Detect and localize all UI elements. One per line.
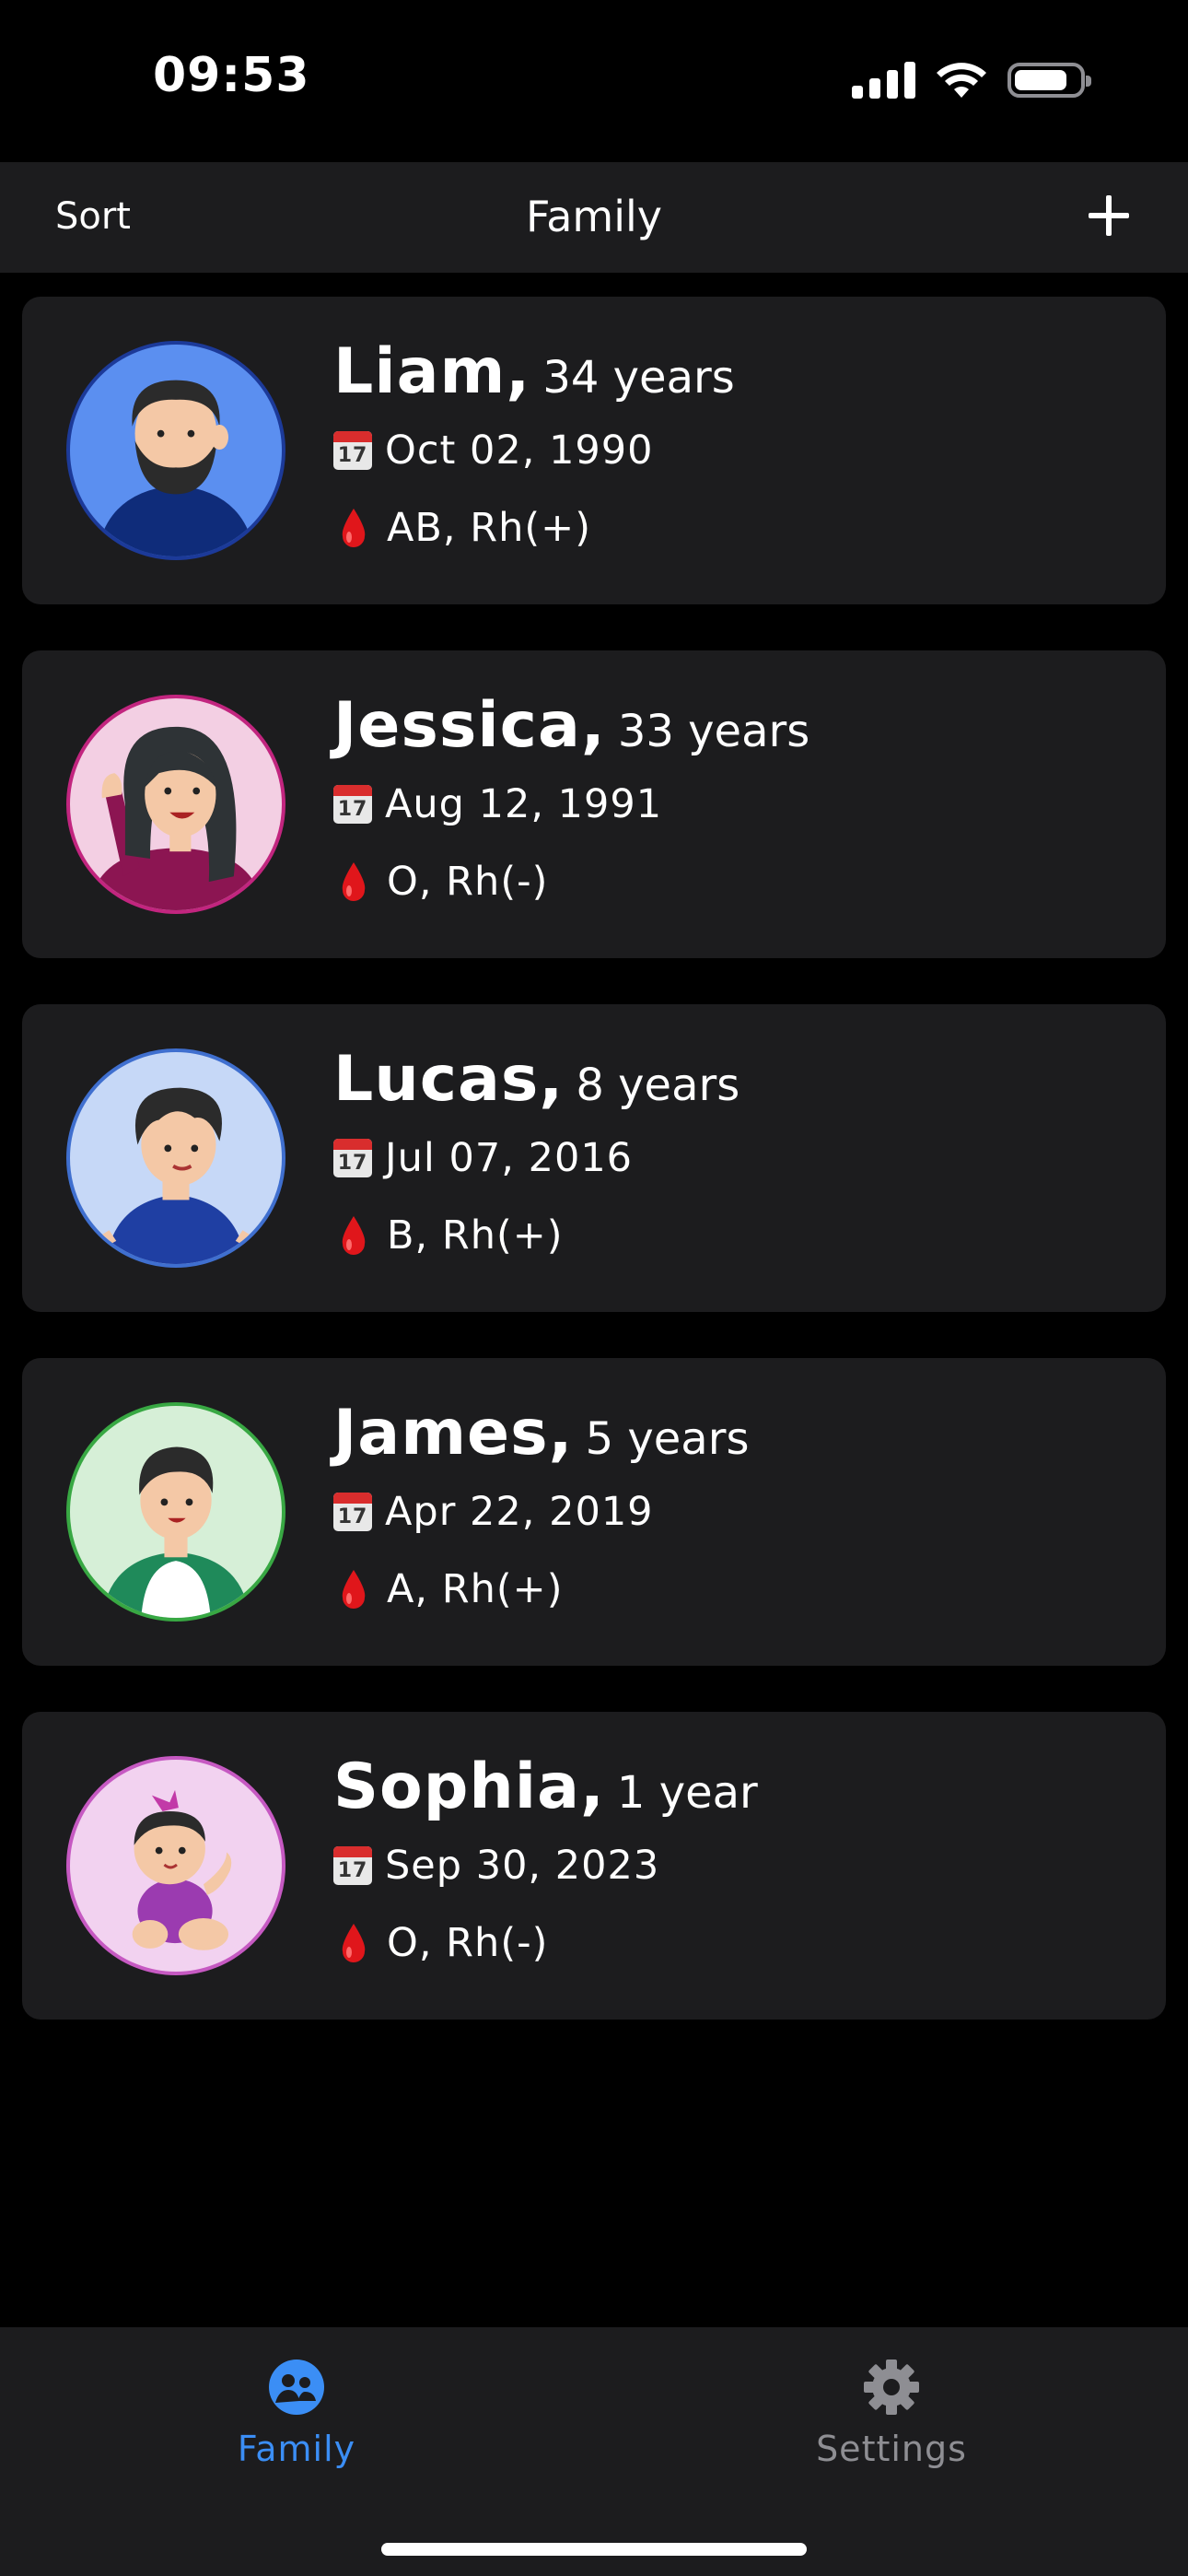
member-heading: Liam, 34 years	[333, 335, 735, 408]
blood-drop-icon	[342, 862, 366, 901]
blood-drop-icon	[342, 509, 366, 547]
member-name: Sophia,	[333, 1751, 605, 1823]
blood-type-row: O, Rh(-)	[333, 859, 548, 905]
member-birthday: Aug 12, 1991	[385, 781, 663, 827]
avatar	[66, 341, 285, 560]
avatar	[66, 1048, 285, 1268]
blood-drop-icon	[342, 1924, 366, 1962]
family-icon	[269, 2359, 324, 2415]
tab-settings[interactable]: Settings	[753, 2357, 1030, 2469]
birthday-row: 17 Oct 02, 1990	[333, 427, 654, 474]
member-name: Jessica,	[333, 689, 606, 762]
member-blood-type: A, Rh(+)	[387, 1566, 564, 1612]
member-birthday: Jul 07, 2016	[385, 1135, 634, 1181]
status-icons	[852, 61, 1091, 100]
status-time: 09:53	[153, 48, 310, 103]
blood-type-row: B, Rh(+)	[333, 1212, 564, 1259]
calendar-icon: 17	[333, 1493, 372, 1531]
battery-icon	[1007, 63, 1091, 98]
member-age: 8 years	[576, 1060, 740, 1111]
birthday-row: 17 Aug 12, 1991	[333, 781, 662, 827]
status-bar: 09:53	[0, 0, 1188, 162]
tab-family[interactable]: Family	[158, 2357, 435, 2469]
member-birthday: Sep 30, 2023	[385, 1843, 660, 1889]
member-birthday: Oct 02, 1990	[385, 427, 654, 474]
blood-drop-icon	[342, 1216, 366, 1255]
tab-family-label: Family	[237, 2429, 356, 2469]
blood-type-row: A, Rh(+)	[333, 1566, 563, 1612]
member-blood-type: B, Rh(+)	[387, 1212, 564, 1259]
add-member-button[interactable]	[1083, 190, 1135, 241]
member-age: 1 year	[616, 1767, 758, 1819]
member-heading: Jessica, 33 years	[333, 689, 809, 762]
birthday-row: 17 Apr 22, 2019	[333, 1489, 654, 1535]
blood-drop-icon	[342, 1570, 366, 1609]
avatar	[66, 1402, 285, 1622]
family-member-card[interactable]: James, 5 years 17 Apr 22, 2019 A, Rh(+)	[22, 1358, 1166, 1666]
family-member-card[interactable]: Sophia, 1 year 17 Sep 30, 2023 O, Rh(-)	[22, 1712, 1166, 2020]
birthday-row: 17 Jul 07, 2016	[333, 1135, 633, 1181]
calendar-icon: 17	[333, 1139, 372, 1177]
page-title: Family	[525, 192, 663, 241]
family-member-card[interactable]: Jessica, 33 years 17 Aug 12, 1991 O, Rh(…	[22, 650, 1166, 958]
wifi-icon	[937, 63, 986, 98]
family-list: Liam, 34 years 17 Oct 02, 1990 AB, Rh(+)	[22, 297, 1166, 2066]
family-member-card[interactable]: Liam, 34 years 17 Oct 02, 1990 AB, Rh(+)	[22, 297, 1166, 604]
navigation-bar: Sort Family	[0, 162, 1188, 273]
gear-icon	[864, 2359, 919, 2415]
calendar-icon: 17	[333, 431, 372, 470]
member-blood-type: O, Rh(-)	[387, 1920, 549, 1966]
member-age: 34 years	[542, 352, 735, 404]
member-heading: James, 5 years	[333, 1397, 749, 1469]
member-name: James,	[333, 1397, 574, 1469]
tab-bar: Family Settings	[0, 2327, 1188, 2576]
birthday-row: 17 Sep 30, 2023	[333, 1843, 659, 1889]
cellular-signal-icon	[852, 62, 915, 99]
member-heading: Sophia, 1 year	[333, 1751, 758, 1823]
blood-type-row: O, Rh(-)	[333, 1920, 548, 1966]
family-member-card[interactable]: Lucas, 8 years 17 Jul 07, 2016 B, Rh(+)	[22, 1004, 1166, 1312]
tab-settings-label: Settings	[816, 2429, 967, 2469]
calendar-icon: 17	[333, 785, 372, 824]
member-name: Liam,	[333, 335, 531, 408]
avatar	[66, 695, 285, 914]
member-name: Lucas,	[333, 1043, 565, 1116]
member-blood-type: AB, Rh(+)	[387, 505, 591, 551]
member-age: 33 years	[617, 706, 810, 757]
home-indicator[interactable]	[381, 2543, 807, 2556]
member-birthday: Apr 22, 2019	[385, 1489, 654, 1535]
calendar-icon: 17	[333, 1846, 372, 1885]
member-heading: Lucas, 8 years	[333, 1043, 740, 1116]
member-age: 5 years	[585, 1413, 750, 1465]
avatar	[66, 1756, 285, 1975]
blood-type-row: AB, Rh(+)	[333, 505, 591, 551]
member-blood-type: O, Rh(-)	[387, 859, 549, 905]
